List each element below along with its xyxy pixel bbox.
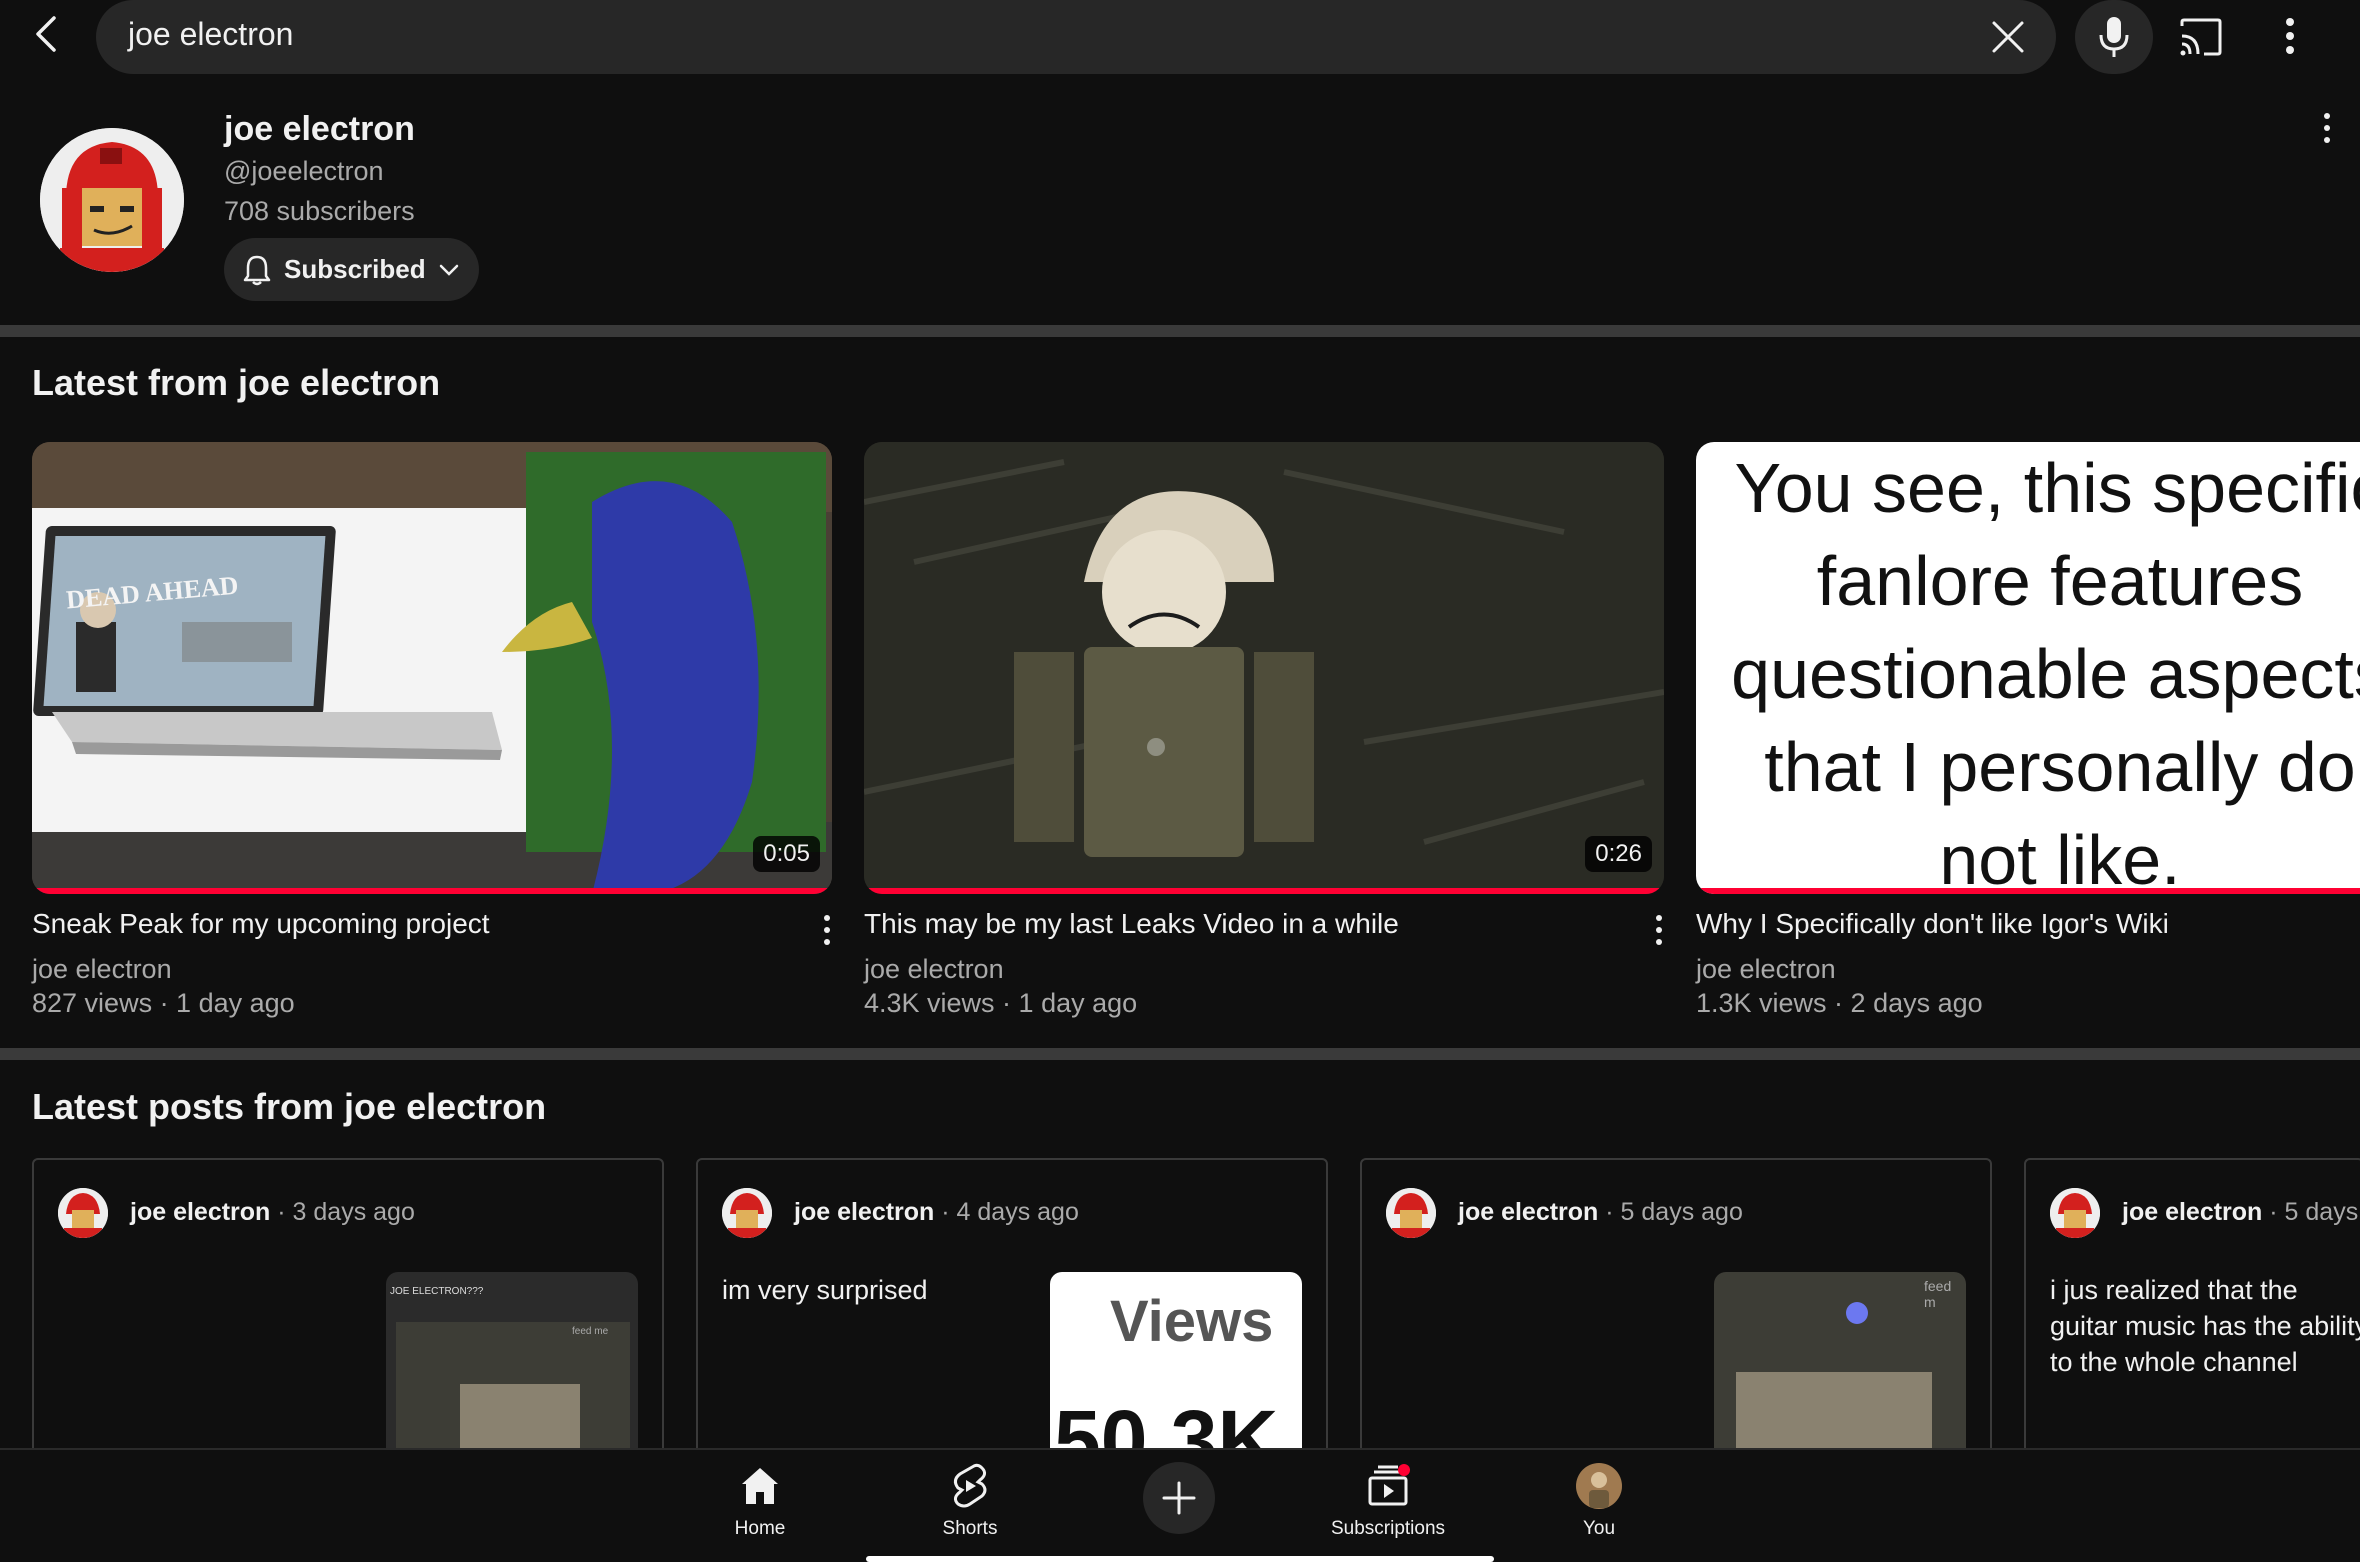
microphone-icon <box>2099 17 2129 57</box>
post-date: 5 days ago <box>2284 1198 2360 1226</box>
post-date: 4 days ago <box>956 1198 1079 1226</box>
post-author-avatar <box>58 1188 108 1238</box>
post-image-label: feed m <box>1924 1278 1952 1310</box>
shorts-icon <box>953 1463 987 1508</box>
top-search-bar: joe electron <box>0 0 2360 75</box>
nav-you[interactable]: You <box>1519 1462 1679 1552</box>
more-options-icon[interactable] <box>2270 12 2310 60</box>
latest-posts-title: Latest posts from joe electron <box>32 1086 547 1127</box>
thumbnail-overlay-text: You see, this specific fanlore features … <box>1731 449 2360 894</box>
post-image[interactable]: Views 50.3K <box>1050 1272 1302 1456</box>
section-divider <box>0 325 2360 337</box>
post-header: joe electron · 5 days ago <box>2122 1198 2360 1227</box>
user-avatar <box>1576 1463 1622 1509</box>
post-image[interactable]: feed m <box>1714 1272 1966 1456</box>
video-channel: joe electron <box>32 954 172 984</box>
channel-header: joe electron @joeelectron 708 subscriber… <box>0 100 2360 325</box>
nav-you-label: You <box>1582 1518 1616 1539</box>
home-indicator <box>866 1556 1494 1562</box>
video-title[interactable]: Why I Specifically don't like Igor's Wik… <box>1696 908 2356 940</box>
latest-videos-title: Latest from joe electron <box>32 362 441 403</box>
channel-handle: @joeelectron <box>224 156 384 186</box>
nav-subscriptions[interactable]: Subscriptions <box>1308 1462 1468 1552</box>
section-divider <box>0 1048 2360 1060</box>
bottom-navigation: Home Shorts Subscriptions You <box>0 1448 2360 1562</box>
channel-more-icon[interactable] <box>2312 108 2342 148</box>
post-author: joe electron <box>794 1198 935 1226</box>
video-thumbnail[interactable]: 0:26 <box>864 442 1664 894</box>
video-channel: joe electron <box>864 954 1004 984</box>
post-text: im very surprised <box>722 1275 928 1305</box>
post-author-avatar <box>2050 1188 2100 1238</box>
channel-name: joe electron <box>224 110 415 148</box>
cast-icon[interactable] <box>2178 14 2224 60</box>
nav-home-label: Home <box>734 1518 786 1539</box>
post-image-label: feed me <box>572 1326 609 1337</box>
post-text: i jus realized that the guitar music has… <box>2050 1275 2360 1377</box>
video-more-icon[interactable] <box>1644 910 1674 950</box>
post-date: 3 days ago <box>292 1198 415 1226</box>
subscribed-button[interactable]: Subscribed <box>224 238 479 301</box>
video-more-icon[interactable] <box>812 910 842 950</box>
video-meta: 1.3K views · 2 days ago <box>1696 988 1983 1018</box>
video-thumbnail[interactable]: DEAD AHEAD 0:05 <box>32 442 832 894</box>
watch-progress-bar <box>32 888 832 894</box>
post-card[interactable]: joe electron · 5 days ago feed m <box>1360 1158 1992 1458</box>
post-header: joe electron · 5 days ago <box>1458 1198 1743 1226</box>
post-author-avatar <box>1386 1188 1436 1238</box>
video-card[interactable]: You see, this specific fanlore features … <box>1696 442 2360 1020</box>
nav-shorts-label: Shorts <box>942 1518 998 1539</box>
subscriber-count: 708 subscribers <box>224 196 415 226</box>
post-header: joe electron · 3 days ago <box>130 1198 415 1226</box>
post-author: joe electron <box>1458 1198 1599 1226</box>
home-icon <box>742 1468 778 1504</box>
post-author-avatar <box>722 1188 772 1238</box>
subscriptions-icon <box>1368 1464 1410 1506</box>
bell-icon <box>243 255 271 285</box>
nav-shorts[interactable]: Shorts <box>890 1462 1050 1552</box>
video-duration: 0:05 <box>753 836 820 872</box>
video-title[interactable]: Sneak Peak for my upcoming project <box>32 908 792 940</box>
subscribed-label: Subscribed <box>284 254 426 284</box>
watch-progress-bar <box>1696 888 2360 894</box>
post-image[interactable]: JOE ELECTRON??? feed me <box>386 1272 638 1456</box>
watch-progress-bar <box>864 888 1664 894</box>
post-date: 5 days ago <box>1620 1198 1743 1226</box>
channel-avatar[interactable] <box>40 128 184 272</box>
post-card[interactable]: joe electron · 3 days ago JOE ELECTRON??… <box>32 1158 664 1458</box>
clear-search-icon[interactable] <box>1988 17 2028 57</box>
back-arrow-icon[interactable] <box>28 14 68 54</box>
video-title[interactable]: This may be my last Leaks Video in a whi… <box>864 908 1624 940</box>
voice-search-button[interactable] <box>2075 0 2153 74</box>
video-card[interactable]: DEAD AHEAD 0:05 Sneak Peak for my upcomi… <box>32 442 832 1020</box>
post-header: joe electron · 4 days ago <box>794 1198 1079 1226</box>
post-image-caption: JOE ELECTRON??? <box>390 1286 484 1297</box>
plus-icon <box>1162 1481 1196 1515</box>
video-thumbnail[interactable]: You see, this specific fanlore features … <box>1696 442 2360 894</box>
search-query-text: joe electron <box>128 16 294 52</box>
video-card[interactable]: 0:26 This may be my last Leaks Video in … <box>864 442 1664 1020</box>
chevron-down-icon <box>439 264 458 276</box>
post-card[interactable]: joe electron · 5 days ago i jus realized… <box>2024 1158 2360 1458</box>
post-author: joe electron <box>2122 1198 2263 1226</box>
search-input[interactable]: joe electron <box>96 0 2056 74</box>
create-button[interactable] <box>1143 1462 1215 1534</box>
post-author: joe electron <box>130 1198 271 1226</box>
video-meta: 827 views · 1 day ago <box>32 988 295 1018</box>
video-meta: 4.3K views · 1 day ago <box>864 988 1138 1018</box>
video-channel: joe electron <box>1696 954 1836 984</box>
video-duration: 0:26 <box>1585 836 1652 872</box>
post-card[interactable]: joe electron · 4 days ago im very surpri… <box>696 1158 1328 1458</box>
post-image-caption: Views <box>1110 1289 1274 1354</box>
nav-subscriptions-label: Subscriptions <box>1330 1518 1446 1539</box>
nav-home[interactable]: Home <box>680 1462 840 1552</box>
